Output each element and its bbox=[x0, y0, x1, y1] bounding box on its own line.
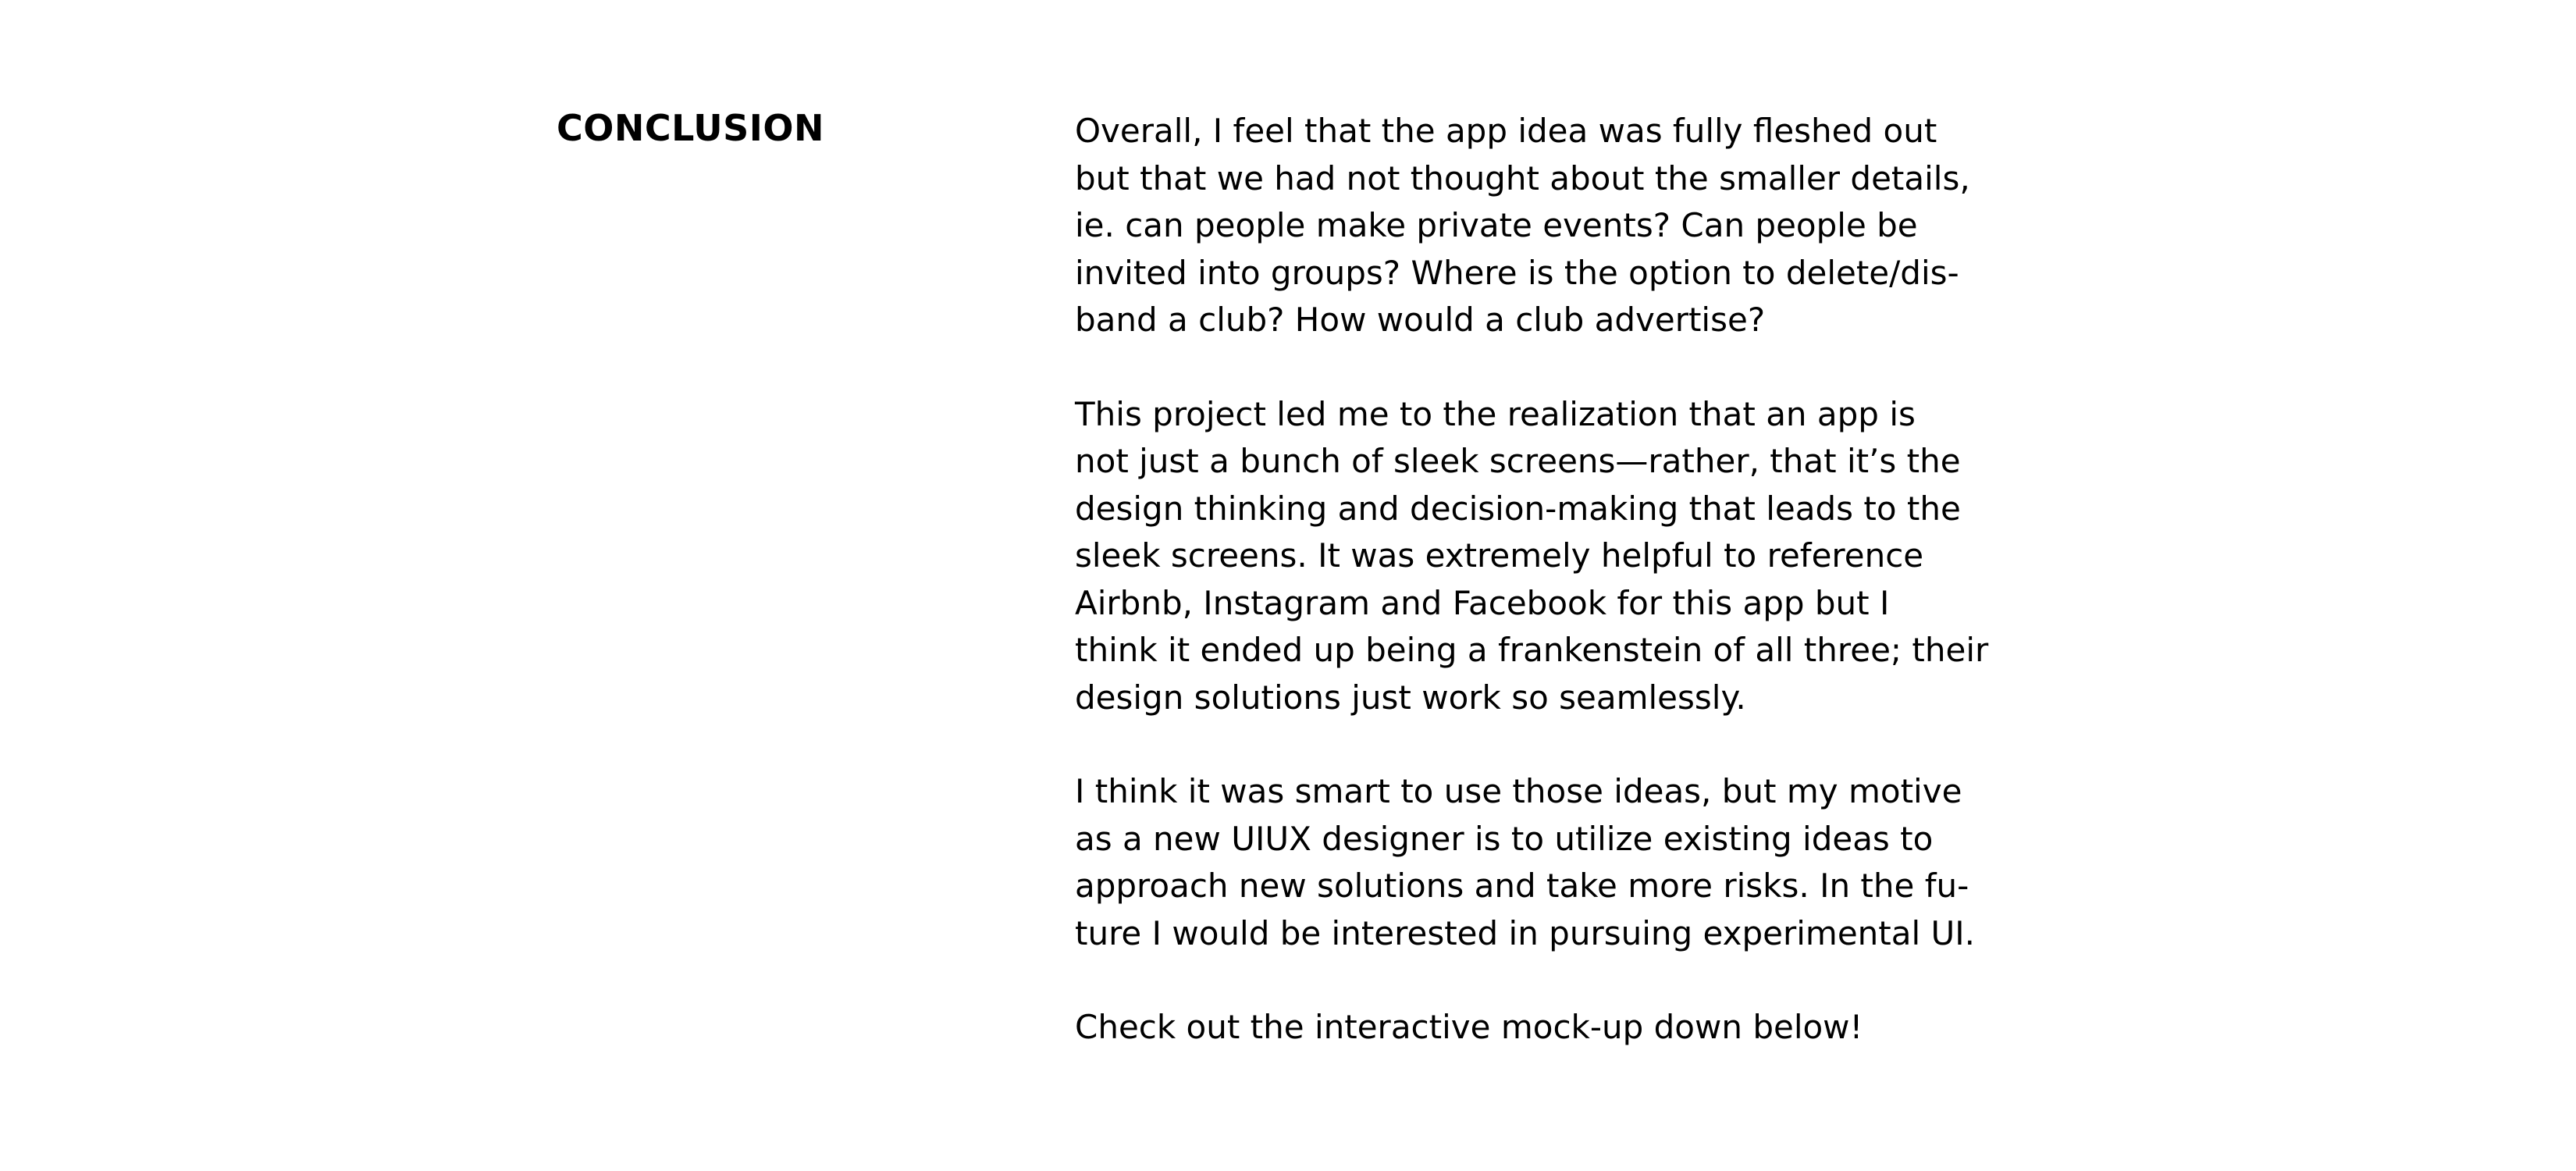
paragraph-line: as a new UIUX designer is to utilize exi… bbox=[1075, 819, 1934, 858]
paragraph-realization: This project led me to the realization t… bbox=[1075, 391, 2043, 722]
paragraph-line: ture I would be interested in pursuing e… bbox=[1075, 913, 1975, 952]
paragraph-motive: I think it was smart to use those ideas,… bbox=[1075, 768, 2043, 957]
paragraph-line: This project led me to the realization t… bbox=[1075, 394, 1916, 433]
paragraph-line: ie. can people make private events? Can … bbox=[1075, 206, 1918, 244]
paragraph-line: invited into groups? Where is the option… bbox=[1075, 253, 1959, 292]
paragraph-line: approach new solutions and take more ris… bbox=[1075, 867, 1969, 905]
paragraph-line: sleek screens. It was extremely helpful … bbox=[1075, 536, 1924, 575]
paragraph-line: design solutions just work so seamlessly… bbox=[1075, 678, 1746, 717]
paragraph-line: but that we had not thought about the sm… bbox=[1075, 158, 1970, 198]
paragraph-line: band a club? How would a club advertise? bbox=[1075, 301, 1766, 339]
paragraph-line: not just a bunch of sleek screens—rather… bbox=[1075, 442, 1961, 480]
conclusion-body: Overall, I feel that the app idea was fu… bbox=[1075, 108, 2043, 1098]
section-heading: CONCLUSION bbox=[557, 107, 824, 149]
paragraph-line: Check out the interactive mock-up down b… bbox=[1075, 1008, 1863, 1046]
paragraph-line: Overall, I feel that the app idea was fu… bbox=[1075, 112, 1937, 150]
paragraph-line: design thinking and decision-making that… bbox=[1075, 489, 1961, 528]
paragraph-line: I think it was smart to use those ideas,… bbox=[1075, 772, 1962, 810]
paragraph-line: Airbnb, Instagram and Facebook for this … bbox=[1075, 583, 1890, 622]
paragraph-line: think it ended up being a frankenstein o… bbox=[1075, 631, 1989, 669]
paragraph-overall: Overall, I feel that the app idea was fu… bbox=[1075, 108, 2043, 344]
paragraph-call-to-action: Check out the interactive mock-up down b… bbox=[1075, 1004, 2043, 1052]
